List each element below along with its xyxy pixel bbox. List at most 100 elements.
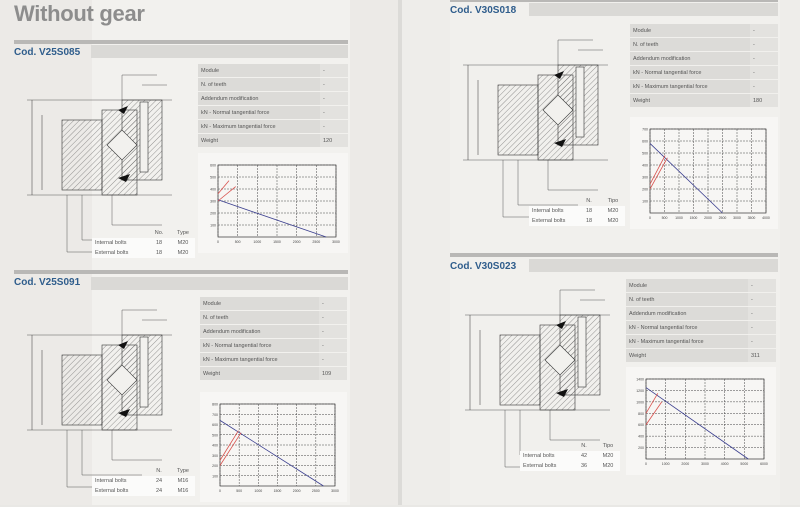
spec-value: - xyxy=(748,321,776,334)
bolts-row: Internal bolts 18 M20 xyxy=(529,206,625,216)
x-tick-label: 1500 xyxy=(690,216,698,220)
x-tick-label: 0 xyxy=(649,216,651,220)
bolts-row: Internal bolts 24 M16 xyxy=(92,476,195,486)
spec-label: N. of teeth xyxy=(198,78,320,91)
spec-value: - xyxy=(319,339,347,352)
bolts-type: M20 xyxy=(171,248,195,258)
spec-row: kN - Normal tangential force - xyxy=(198,106,348,119)
y-tick-label: 800 xyxy=(638,412,644,416)
series-line xyxy=(217,180,230,195)
spec-row: Weight 180 xyxy=(630,94,778,107)
spec-row: Module - xyxy=(198,64,348,77)
bolts-header-type: Tipo xyxy=(602,443,614,449)
spec-label: kN - Maximum tangential force xyxy=(630,80,750,93)
bolts-header-n: No. xyxy=(154,230,164,236)
y-tick-label: 300 xyxy=(642,176,648,180)
code-header-bar xyxy=(529,3,778,16)
x-tick-label: 1000 xyxy=(662,462,670,466)
spec-value: - xyxy=(320,106,348,119)
y-tick-label: 1400 xyxy=(636,378,644,382)
spec-value: - xyxy=(319,325,347,338)
spec-value: - xyxy=(750,52,778,65)
y-tick-label: 400 xyxy=(212,444,218,448)
spec-value: 311 xyxy=(748,349,776,362)
bolts-type: M20 xyxy=(601,206,625,216)
spec-value: - xyxy=(750,66,778,79)
bolts-count: 18 xyxy=(147,238,171,248)
spec-label: Weight xyxy=(200,367,319,380)
spec-value: - xyxy=(320,64,348,77)
spec-row: kN - Maximum tangential force - xyxy=(630,80,778,93)
bolts-count: 42 xyxy=(572,451,596,461)
y-tick-label: 300 xyxy=(210,200,216,204)
spec-row: N. of teeth - xyxy=(630,38,778,51)
spec-label: Module xyxy=(198,64,320,77)
bolts-table: No. Type Internal bolts 18 M20 External bolts… xyxy=(92,228,195,258)
section-rule xyxy=(14,40,348,44)
x-tick-label: 3000 xyxy=(701,462,709,466)
spec-label: kN - Normal tangential force xyxy=(198,106,320,119)
spec-label: N. of teeth xyxy=(200,311,319,324)
spec-value: - xyxy=(750,80,778,93)
y-tick-label: 700 xyxy=(642,128,648,132)
bolts-header-n: N. xyxy=(586,198,592,204)
series-line xyxy=(219,420,324,487)
spec-label: kN - Maximum tangential force xyxy=(626,335,748,348)
spec-row: Module - xyxy=(200,297,347,310)
y-tick-label: 200 xyxy=(212,464,218,468)
bolts-count: 18 xyxy=(577,216,601,226)
spec-value: - xyxy=(750,24,778,37)
spec-label: kN - Maximum tangential force xyxy=(198,120,320,133)
spec-row: Addendum modification - xyxy=(200,325,347,338)
x-tick-label: 500 xyxy=(236,489,242,493)
y-tick-label: 1200 xyxy=(636,389,644,393)
bolts-label: External bolts xyxy=(92,248,147,258)
spec-row: N. of teeth - xyxy=(626,293,776,306)
bolts-label: Internal bolts xyxy=(92,476,147,486)
bolts-row: External bolts 18 M20 xyxy=(92,248,195,258)
bolts-header-type: Type xyxy=(177,230,189,236)
bolts-label: Internal bolts xyxy=(529,206,577,216)
y-tick-label: 500 xyxy=(212,433,218,437)
x-tick-label: 0 xyxy=(217,240,219,244)
bolts-label: External bolts xyxy=(529,216,577,226)
y-tick-label: 500 xyxy=(642,152,648,156)
x-tick-label: 500 xyxy=(235,240,241,244)
spec-row: Weight 109 xyxy=(200,367,347,380)
spec-label: kN - Normal tangential force xyxy=(200,339,319,352)
x-tick-label: 1500 xyxy=(274,489,282,493)
y-tick-label: 800 xyxy=(212,403,218,407)
bolts-count: 24 xyxy=(147,486,171,496)
x-tick-label: 1500 xyxy=(273,240,281,244)
bolts-header-n: N. xyxy=(581,443,587,449)
y-tick-label: 400 xyxy=(210,188,216,192)
spec-row: kN - Normal tangential force - xyxy=(626,321,776,334)
load-chart: 0 1000 2000 3000 4000 5000 6000 200 400 600 800 100… xyxy=(626,367,776,475)
series-line xyxy=(217,199,327,238)
load-chart: 0 500 1000 1500 2000 2500 3000 3500 4000 100 200 30… xyxy=(630,117,778,229)
spec-row: N. of teeth - xyxy=(198,78,348,91)
x-tick-label: 1000 xyxy=(254,489,262,493)
bolts-header-type: Tipo xyxy=(607,198,619,204)
spec-value: - xyxy=(748,279,776,292)
spec-row: N. of teeth - xyxy=(200,311,347,324)
section-rule xyxy=(14,270,348,274)
x-tick-label: 4000 xyxy=(721,462,729,466)
spec-label: Weight xyxy=(626,349,748,362)
y-tick-label: 600 xyxy=(638,423,644,427)
series-line xyxy=(649,155,666,185)
y-tick-label: 200 xyxy=(642,188,648,192)
spec-label: Module xyxy=(626,279,748,292)
bolts-type: M20 xyxy=(171,238,195,248)
x-tick-label: 2000 xyxy=(681,462,689,466)
bolts-count: 24 xyxy=(147,476,171,486)
y-tick-label: 100 xyxy=(210,224,216,228)
bolts-type: M20 xyxy=(596,461,620,471)
x-tick-label: 2500 xyxy=(312,240,320,244)
spec-label: kN - Normal tangential force xyxy=(630,66,750,79)
bolts-label: Internal bolts xyxy=(92,238,147,248)
code-header-bar xyxy=(91,45,348,58)
spec-value: 120 xyxy=(320,134,348,147)
series-line xyxy=(645,387,749,460)
bolts-label: External bolts xyxy=(520,461,572,471)
